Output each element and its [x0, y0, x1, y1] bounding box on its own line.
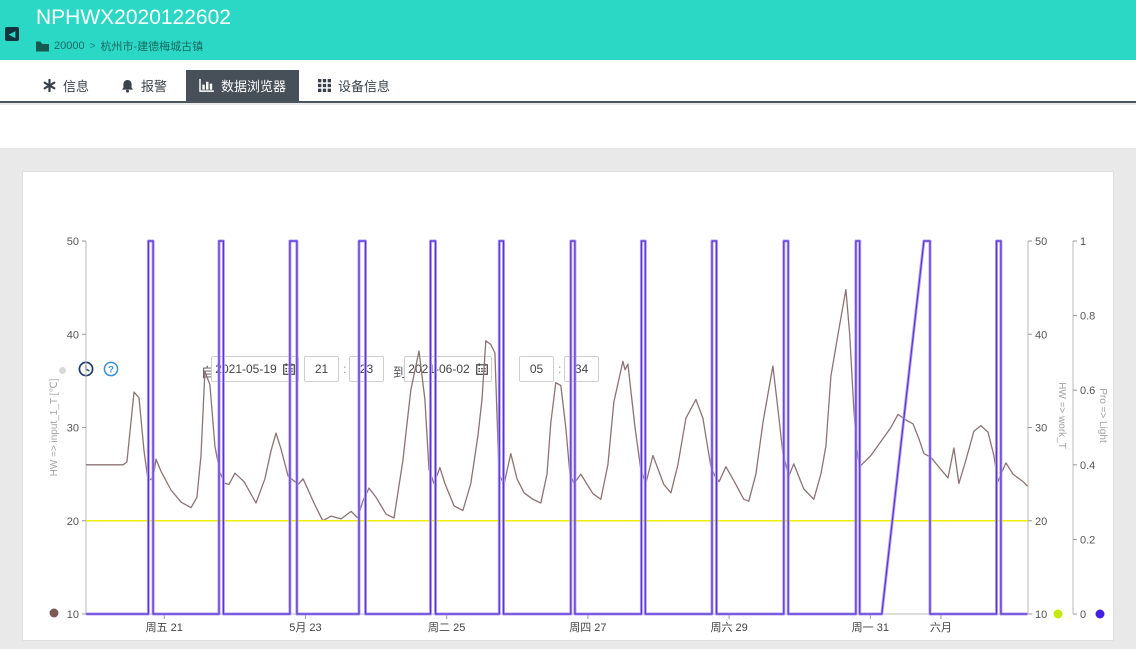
svg-text:10: 10 — [1035, 609, 1047, 621]
tab-bar: 信息 报警 数据浏览器 设备信息 — [0, 60, 1136, 103]
svg-text:50: 50 — [1035, 236, 1047, 248]
tab-device-info[interactable]: 设备信息 — [305, 70, 403, 101]
page: { "header": { "title": "NPHWX2020122602"… — [0, 0, 1136, 649]
svg-text:周五 21: 周五 21 — [146, 621, 183, 634]
legend-dot-input-temp[interactable] — [49, 608, 59, 618]
content-spacer — [0, 105, 1136, 148]
svg-text:40: 40 — [1035, 329, 1047, 341]
bar-chart-icon — [199, 79, 214, 92]
app-header: ◀ NPHWX2020122602 20000 > 杭州市-建德梅城古镇 — [0, 0, 1136, 60]
breadcrumb-folder-id[interactable]: 20000 — [54, 40, 85, 52]
tab-label: 信息 — [63, 79, 90, 94]
legend-dot-light[interactable] — [1095, 609, 1105, 619]
tab-alarm[interactable]: 报警 — [108, 70, 180, 101]
right-axis2-title: Pro => Light — [1097, 388, 1108, 443]
breadcrumb: 20000 > 杭州市-建德梅城古镇 — [36, 38, 203, 54]
svg-text:30: 30 — [1035, 423, 1047, 435]
svg-text:20: 20 — [67, 516, 79, 528]
breadcrumb-location[interactable]: 杭州市-建德梅城古镇 — [100, 38, 203, 54]
chart-axes — [85, 241, 1074, 615]
legend-dot-work-temp[interactable] — [1053, 609, 1063, 619]
y-axis-ticks: 10 10 20 20 30 30 40 40 50 50 0 0.2 0.4 0.6 0.8 1 — [67, 236, 1096, 621]
tab-label: 数据浏览器 — [221, 79, 287, 94]
svg-text:周六 29: 周六 29 — [710, 621, 747, 634]
svg-text:5月 23: 5月 23 — [289, 622, 321, 634]
svg-text:0.4: 0.4 — [1080, 460, 1095, 472]
tab-data-browser[interactable]: 数据浏览器 — [186, 70, 300, 101]
series-input-temp — [86, 288, 1028, 522]
svg-text:0.6: 0.6 — [1080, 385, 1095, 397]
bell-icon — [121, 79, 134, 93]
tab-label: 设备信息 — [338, 79, 391, 94]
svg-text:20: 20 — [1035, 516, 1047, 528]
grid-icon — [318, 79, 332, 92]
tab-info[interactable]: 信息 — [30, 70, 102, 101]
svg-text:0: 0 — [1080, 609, 1086, 621]
series-light — [86, 240, 1028, 615]
svg-text:周二 25: 周二 25 — [428, 621, 465, 634]
svg-text:40: 40 — [67, 329, 79, 341]
device-title: NPHWX2020122602 — [36, 6, 231, 29]
data-browser-panel: ? 自 2021-05-19 21 : 23 到 2021-06-02 05:… — [22, 171, 1114, 641]
svg-text:30: 30 — [67, 423, 79, 435]
svg-text:周四 27: 周四 27 — [569, 621, 606, 634]
svg-text:周一 31: 周一 31 — [852, 621, 889, 634]
svg-text:50: 50 — [67, 236, 79, 248]
tab-label: 报警 — [141, 79, 168, 94]
svg-text:0.8: 0.8 — [1080, 311, 1095, 323]
right-axis1-title: HW => work_T — [1056, 382, 1067, 449]
x-axis-ticks: 周五 21 5月 23 周二 25 周四 27 周六 29 周一 31 六月 — [146, 614, 952, 634]
svg-text:10: 10 — [67, 609, 79, 621]
folder-icon — [36, 41, 49, 51]
svg-text:0.2: 0.2 — [1080, 534, 1095, 546]
left-axis-title: HW => input_1_T [℃] — [49, 378, 60, 476]
timeseries-chart[interactable]: 10 10 20 20 30 30 40 40 50 50 0 0.2 0.4 0.6 0.8 1 周五 21 5… — [23, 172, 1115, 642]
series-light-halo — [86, 239, 1028, 616]
breadcrumb-separator: > — [89, 40, 96, 52]
svg-text:1: 1 — [1080, 236, 1086, 248]
collapse-sidebar-icon[interactable]: ◀ — [5, 27, 19, 41]
svg-text:六月: 六月 — [930, 621, 952, 634]
asterisk-icon — [43, 79, 56, 92]
